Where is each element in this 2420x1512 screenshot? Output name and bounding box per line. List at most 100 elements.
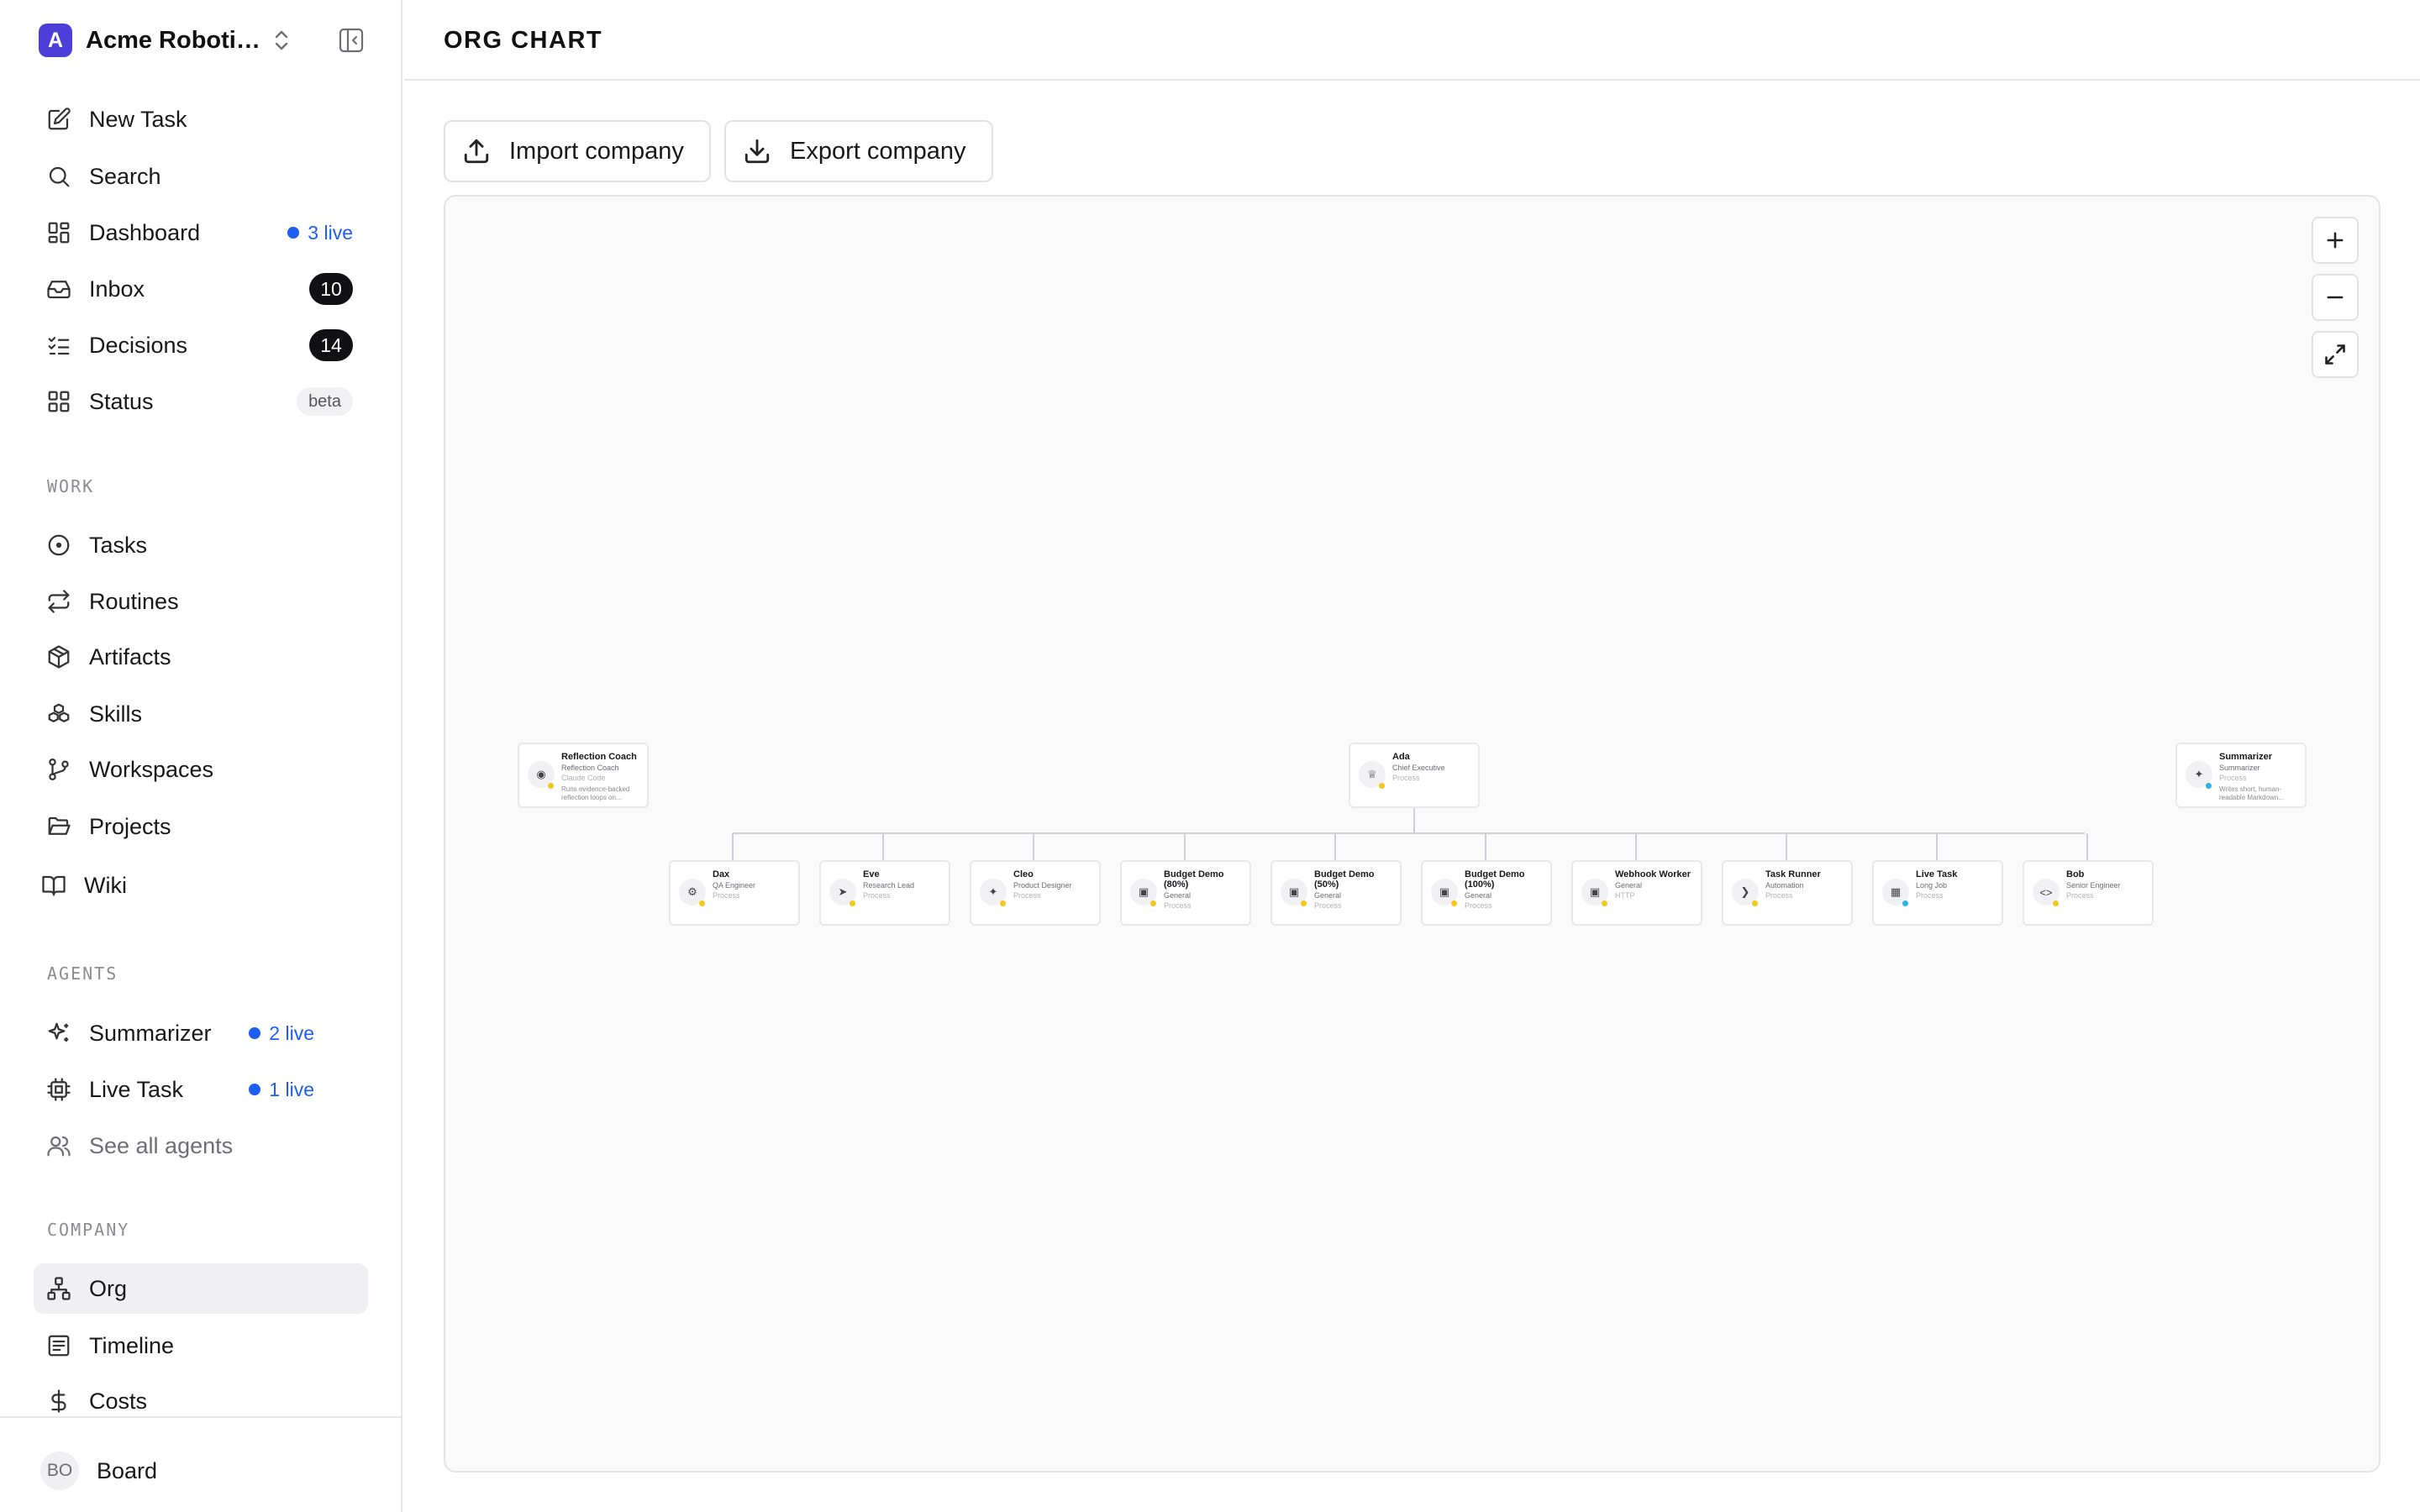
- node-adapter: Process: [1916, 891, 1944, 900]
- nav-artifacts[interactable]: Artifacts: [34, 632, 368, 682]
- sidebar-collapse-icon[interactable]: [338, 27, 365, 54]
- nav-status[interactable]: Status beta: [34, 376, 368, 427]
- org-node-task-runner[interactable]: ❯ Task Runner Automation Process: [1722, 860, 1853, 926]
- nav-dashboard[interactable]: Dashboard 3 live: [34, 207, 368, 258]
- node-adapter: Process: [1164, 901, 1192, 910]
- nav-timeline[interactable]: Timeline: [34, 1320, 368, 1371]
- nav-org[interactable]: Org: [34, 1263, 368, 1314]
- live-dot: [287, 227, 300, 239]
- node-name: Budget Demo (50%): [1314, 869, 1375, 890]
- nav-see-all-agents[interactable]: See all agents: [34, 1121, 368, 1171]
- node-name: Summarizer: [2219, 752, 2272, 762]
- nav-skills[interactable]: Skills: [34, 689, 368, 739]
- nav-label: Timeline: [89, 1332, 175, 1358]
- status-dot: [1902, 900, 1908, 906]
- status-dot: [1752, 900, 1758, 906]
- git-branch-icon: [45, 756, 72, 783]
- nav-agent-summarizer[interactable]: Summarizer 2 live: [34, 1008, 368, 1058]
- nav-decisions[interactable]: Decisions 14: [34, 320, 368, 370]
- import-company-button[interactable]: Import company: [444, 120, 711, 182]
- nav-projects[interactable]: Projects: [34, 801, 368, 852]
- org-node-ada[interactable]: ♕ Ada Chief Executive Process: [1349, 743, 1480, 808]
- company-name: Acme Robotics: [86, 26, 262, 54]
- nav-label: Artifacts: [89, 643, 171, 669]
- org-node-reflection-coach[interactable]: ◉ Reflection Coach Reflection Coach Clau…: [518, 743, 649, 808]
- nav-wiki[interactable]: Wiki: [29, 860, 363, 911]
- folder-open-icon: [45, 813, 72, 840]
- avatar: BO: [40, 1452, 79, 1490]
- nav-label: Search: [89, 163, 161, 189]
- org-node-budget-demo-100[interactable]: ▣ Budget Demo (100%) General Process: [1421, 860, 1552, 926]
- sidebar: A Acme Robotics New Task Search Dashboar…: [0, 0, 402, 1512]
- button-label: Export company: [790, 137, 966, 165]
- nav-label: Projects: [89, 813, 171, 839]
- nav-search[interactable]: Search: [34, 151, 368, 202]
- nav-label: Inbox: [89, 276, 145, 302]
- node-adapter: Process: [713, 891, 740, 900]
- org-node-webhook-worker[interactable]: ▣ Webhook Worker General HTTP: [1571, 860, 1702, 926]
- page-header: ORG CHART: [404, 0, 2420, 81]
- nav-new-task[interactable]: New Task: [34, 94, 368, 144]
- status-dot: [1379, 783, 1385, 789]
- inbox-icon: [45, 276, 72, 302]
- node-role: Automation: [1765, 881, 1804, 890]
- nav-workspaces[interactable]: Workspaces: [34, 744, 368, 795]
- node-name: Budget Demo (100%): [1465, 869, 1525, 890]
- page-title: ORG CHART: [444, 27, 603, 54]
- sparkles-icon: [45, 1020, 72, 1047]
- org-node-bob[interactable]: <> Bob Senior Engineer Process: [2023, 860, 2154, 926]
- nav-label: Live Task: [89, 1076, 184, 1102]
- node-role: General: [1164, 891, 1192, 900]
- node-adapter: Process: [863, 891, 891, 900]
- live-indicator: 1 live: [249, 1079, 314, 1101]
- live-count: 2 live: [269, 1021, 314, 1044]
- search-icon: [45, 163, 72, 190]
- board-label[interactable]: Board: [97, 1458, 157, 1484]
- nav-label: Status: [89, 388, 154, 414]
- org-node-budget-demo-50[interactable]: ▣ Budget Demo (50%) General Process: [1270, 860, 1402, 926]
- nav-label: New Task: [89, 106, 187, 132]
- org-node-dax[interactable]: ⚙ Dax QA Engineer Process: [669, 860, 800, 926]
- node-role: Product Designer: [1013, 881, 1072, 890]
- org-node-cleo[interactable]: ✦ Cleo Product Designer Process: [970, 860, 1101, 926]
- node-name: Live Task: [1916, 869, 1958, 879]
- node-role: Chief Executive: [1392, 764, 1445, 772]
- node-adapter: Process: [1765, 891, 1793, 900]
- beta-badge: beta: [297, 387, 353, 416]
- node-name: Dax: [713, 869, 730, 879]
- live-count: 1 live: [269, 1078, 314, 1100]
- circle-dot-icon: [45, 532, 72, 559]
- section-label-work: WORK: [47, 476, 95, 496]
- nav-label: Costs: [89, 1388, 148, 1414]
- node-adapter: Process: [1465, 901, 1492, 910]
- org-chart-canvas[interactable]: ◉ Reflection Coach Reflection Coach Clau…: [444, 195, 2381, 1473]
- live-dot: [249, 1084, 261, 1095]
- status-dot: [850, 900, 855, 906]
- export-company-button[interactable]: Export company: [724, 120, 993, 182]
- nav-routines[interactable]: Routines: [34, 576, 368, 627]
- org-node-budget-demo-80[interactable]: ▣ Budget Demo (80%) General Process: [1120, 860, 1251, 926]
- org-node-live-task[interactable]: ▦ Live Task Long Job Process: [1872, 860, 2003, 926]
- org-node-summarizer[interactable]: ✦ Summarizer Summarizer Process Writes s…: [2175, 743, 2307, 808]
- node-name: Task Runner: [1765, 869, 1821, 879]
- nav-tasks[interactable]: Tasks: [34, 520, 368, 570]
- node-name: Bob: [2066, 869, 2085, 879]
- decisions-count-badge: 14: [309, 329, 353, 361]
- nav-label: See all agents: [89, 1132, 234, 1158]
- button-label: Import company: [509, 137, 684, 165]
- inbox-count-badge: 10: [309, 273, 353, 305]
- status-dot: [1301, 900, 1307, 906]
- timeline-icon: [45, 1332, 72, 1359]
- company-switcher[interactable]: A Acme Robotics: [39, 24, 291, 57]
- node-adapter: Claude Code: [561, 774, 606, 782]
- node-role: General: [1314, 891, 1342, 900]
- status-dot: [1150, 900, 1156, 906]
- nav-agent-live-task[interactable]: Live Task 1 live: [34, 1064, 368, 1115]
- org-node-eve[interactable]: ➤ Eve Research Lead Process: [819, 860, 950, 926]
- section-label-agents: AGENTS: [47, 963, 118, 984]
- section-label-company: COMPANY: [47, 1220, 130, 1240]
- node-adapter: Process: [1013, 891, 1041, 900]
- download-icon: [744, 139, 770, 164]
- nav-inbox[interactable]: Inbox 10: [34, 264, 368, 314]
- users-icon: [45, 1132, 72, 1159]
